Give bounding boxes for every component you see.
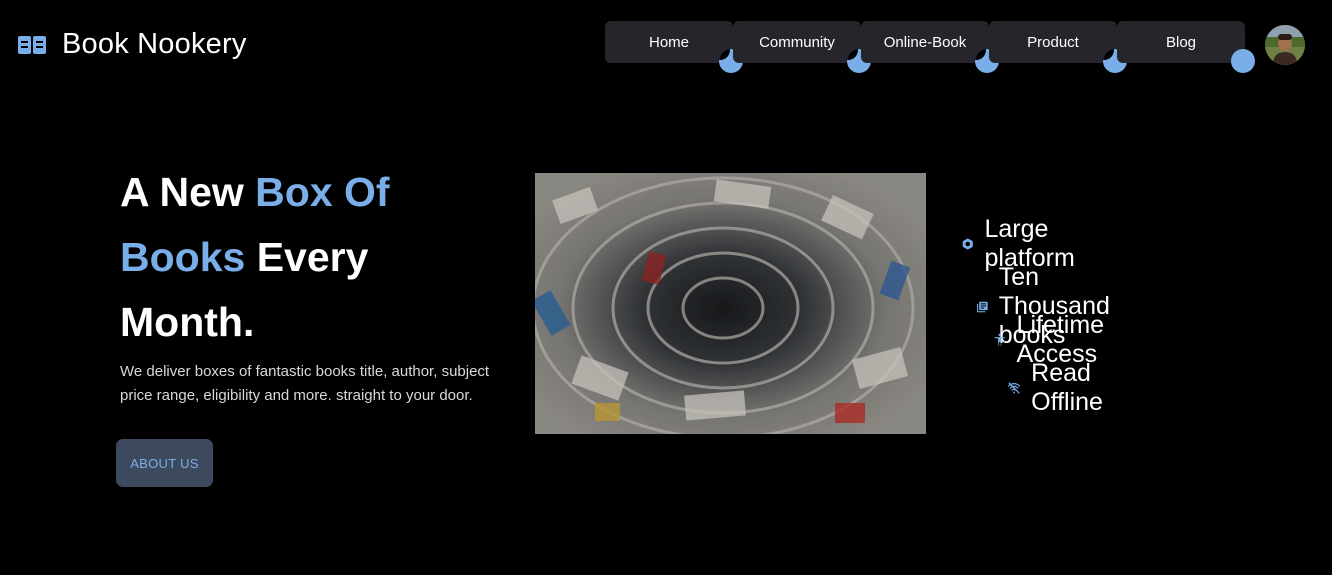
accessibility-icon	[994, 333, 1005, 346]
hexagon-gear-icon	[962, 238, 973, 250]
about-us-button[interactable]: ABOUT US	[116, 439, 213, 487]
nav-item-community[interactable]: Community	[733, 21, 871, 73]
books-swirl-image	[535, 173, 926, 434]
user-photo	[1265, 25, 1305, 65]
nav-item-blog[interactable]: Blog	[1117, 21, 1255, 73]
nav-item-label: Community	[759, 33, 835, 51]
nav-item-home[interactable]: Home	[605, 21, 743, 73]
library-books-icon	[977, 301, 988, 312]
hero-title-part1: A New	[120, 169, 256, 215]
brand-title: Book Nookery	[62, 28, 247, 60]
open-book-icon	[18, 35, 46, 54]
feature-item: Read Offline	[1007, 359, 1113, 417]
main-nav: Home Community Online-Book Product Blog	[605, 21, 1255, 73]
wifi-off-icon	[1007, 382, 1021, 394]
nav-item-label: Product	[1027, 33, 1079, 51]
brand[interactable]: Book Nookery	[18, 28, 247, 61]
nav-item-label: Home	[648, 33, 689, 51]
nav-item-label: Blog	[1165, 33, 1197, 51]
dot-decoration	[1231, 49, 1255, 73]
hero-title: A New Box Of Books Every Month.	[120, 160, 500, 355]
nav-item-product[interactable]: Product	[989, 21, 1127, 73]
feature-label: Read Offline	[1031, 359, 1103, 416]
nav-item-label: Online-Book	[883, 33, 967, 51]
hero-description: We deliver boxes of fantastic books titl…	[120, 363, 490, 404]
nav-item-online-book[interactable]: Online-Book	[861, 21, 999, 73]
hero-books-image	[535, 173, 926, 434]
avatar[interactable]	[1265, 25, 1305, 65]
